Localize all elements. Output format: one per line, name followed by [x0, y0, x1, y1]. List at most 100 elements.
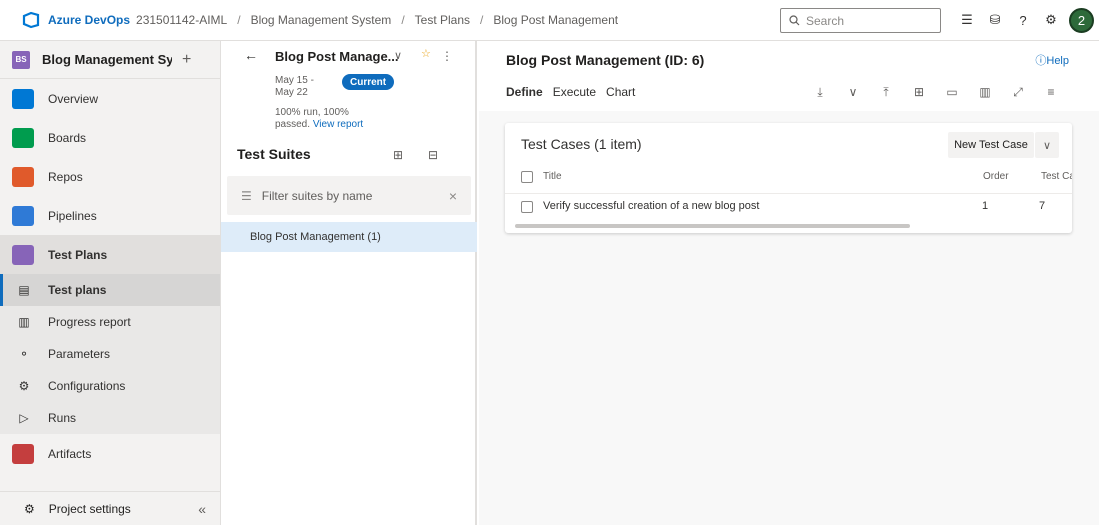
sub-item-test-plans[interactable]: ▤ Test plans: [0, 274, 220, 306]
horizontal-scrollbar[interactable]: [515, 224, 910, 228]
project-name[interactable]: Blog Management Syst...: [42, 52, 172, 67]
task-list-icon[interactable]: ☰: [955, 8, 979, 32]
status-badge: Current: [342, 74, 395, 90]
column-title[interactable]: Title: [543, 171, 562, 182]
plan-stats-line: 100% run, 100%: [275, 107, 349, 118]
left-nav: BS Blog Management Syst... + Overview Bo…: [0, 41, 221, 525]
nav-item-label: Boards: [48, 130, 87, 145]
tab-execute[interactable]: Execute: [553, 85, 596, 99]
plan-start-date: May 15 -: [275, 75, 314, 86]
user-settings-icon[interactable]: ⚙: [1039, 8, 1063, 32]
suite-tree-item[interactable]: Blog Post Management (1): [221, 222, 477, 252]
chevron-down-icon[interactable]: ∨: [394, 49, 402, 62]
repos-icon: [12, 166, 34, 187]
filter-placeholder: Filter suites by name: [261, 188, 373, 203]
page-title: Blog Post Management (ID: 6): [506, 52, 705, 68]
expand-icon[interactable]: ⤢: [1007, 83, 1029, 101]
test-case-title[interactable]: Verify successful creation of a new blog…: [543, 200, 759, 212]
more-options-icon[interactable]: ⋮: [441, 49, 453, 63]
column-order[interactable]: Order: [983, 171, 1009, 182]
tab-chart[interactable]: Chart: [606, 85, 635, 99]
configurations-icon: ⚙: [18, 379, 30, 393]
table-row[interactable]: Verify successful creation of a new blog…: [505, 193, 1072, 219]
toolbar: ⤓ ∨ ⤒ ⊞ ▭ ▥ ⤢ ≡: [809, 83, 1073, 101]
project-settings-label: Project settings: [48, 501, 131, 516]
help-link[interactable]: ⓘHelp: [1035, 52, 1069, 68]
filter-icon: ☰: [241, 188, 252, 203]
gear-icon: ⚙: [24, 501, 35, 516]
column-options-icon[interactable]: ▥: [974, 83, 996, 101]
azure-devops-logo-icon[interactable]: [22, 11, 40, 29]
sub-item-label: Parameters: [48, 347, 111, 361]
plan-header: ← Blog Post Manage... ∨ ☆ ⋮ May 15 - May…: [221, 41, 477, 141]
row-checkbox[interactable]: [521, 201, 533, 213]
nav-item-label: Pipelines: [48, 208, 97, 223]
nav-item-repos[interactable]: Repos: [0, 157, 220, 196]
breadcrumb-separator: /: [237, 13, 241, 27]
sub-item-parameters[interactable]: ⚬ Parameters: [0, 338, 220, 370]
plan-name[interactable]: Blog Post Manage...: [275, 49, 399, 64]
download-icon[interactable]: ⤓: [809, 83, 831, 101]
nav-item-pipelines[interactable]: Pipelines: [0, 196, 220, 235]
top-bar: Azure DevOps 231501142-AIML / Blog Manag…: [0, 0, 1099, 41]
collapse-all-icon[interactable]: ⊟: [428, 148, 438, 162]
filter-suites-input[interactable]: ☰ Filter suites by name ×: [227, 176, 471, 215]
avatar[interactable]: 2: [1069, 8, 1094, 33]
parameters-icon: ⚬: [18, 347, 30, 361]
clear-icon[interactable]: ×: [449, 188, 457, 204]
breadcrumb-project[interactable]: Blog Management System: [251, 13, 392, 27]
plan-end-date: May 22: [275, 87, 308, 98]
chevron-down-icon[interactable]: ∨: [1035, 132, 1059, 158]
pane-toggle-icon[interactable]: ▭: [941, 83, 963, 101]
back-arrow-icon[interactable]: ←: [244, 47, 258, 63]
select-all-checkbox[interactable]: [521, 171, 533, 183]
test-case-order: 1: [982, 200, 989, 212]
collapse-nav-icon[interactable]: «: [198, 501, 206, 517]
breadcrumb-separator: /: [401, 13, 405, 27]
breadcrumb-test-plans[interactable]: Test Plans: [415, 13, 470, 27]
chevron-down-icon[interactable]: ∨: [842, 83, 864, 101]
nav-item-artifacts[interactable]: Artifacts: [0, 434, 220, 473]
sub-item-progress-report[interactable]: ▥ Progress report: [0, 306, 220, 338]
new-test-case-button[interactable]: New Test Case: [948, 132, 1034, 158]
boards-icon: [12, 127, 34, 148]
favorite-icon[interactable]: ☆: [421, 47, 431, 60]
search-input[interactable]: Search: [780, 8, 941, 33]
brand-link[interactable]: Azure DevOps: [48, 13, 130, 27]
upload-icon[interactable]: ⤒: [875, 83, 897, 101]
overview-icon: [12, 88, 34, 109]
sub-item-configurations[interactable]: ⚙ Configurations: [0, 370, 220, 402]
nav-item-label: Overview: [48, 91, 99, 106]
add-suite-icon[interactable]: ⊞: [393, 148, 403, 162]
column-test-case[interactable]: Test Ca: [1041, 171, 1072, 182]
nav-item-label: Repos: [48, 169, 83, 184]
add-icon[interactable]: +: [182, 51, 191, 69]
pipelines-icon: [12, 205, 34, 226]
sub-item-label: Progress report: [48, 315, 131, 329]
project-settings[interactable]: ⚙ Project settings «: [0, 491, 220, 525]
nav-item-test-plans[interactable]: Test Plans: [0, 235, 220, 274]
test-suites-title: Test Suites: [237, 146, 311, 162]
marketplace-bag-icon[interactable]: ⛁: [983, 8, 1007, 32]
nav-item-label: Artifacts: [48, 446, 92, 461]
project-badge: BS: [12, 50, 30, 69]
project-header[interactable]: BS Blog Management Syst... +: [0, 41, 220, 79]
test-case-id: 7: [1039, 200, 1046, 212]
breadcrumb: Azure DevOps 231501142-AIML / Blog Manag…: [48, 13, 618, 27]
view-report-link[interactable]: View report: [313, 119, 363, 130]
table-header: Title Order Test Ca: [505, 167, 1072, 191]
breadcrumb-separator: /: [480, 13, 484, 27]
help-label: Help: [1046, 55, 1069, 67]
nav-item-overview[interactable]: Overview: [0, 79, 220, 118]
grid-view-icon[interactable]: ⊞: [908, 83, 930, 101]
tab-define[interactable]: Define: [506, 85, 543, 99]
breadcrumb-org[interactable]: 231501142-AIML: [136, 13, 227, 27]
breadcrumb-plan[interactable]: Blog Post Management: [493, 13, 618, 27]
help-circle-icon: ⓘ: [1035, 55, 1047, 67]
sub-item-runs[interactable]: ▷ Runs: [0, 402, 220, 434]
nav-item-boards[interactable]: Boards: [0, 118, 220, 157]
help-icon[interactable]: ?: [1011, 8, 1035, 32]
tab-bar: Define Execute Chart: [506, 85, 645, 99]
filter-icon[interactable]: ≡: [1040, 83, 1062, 101]
progress-report-icon: ▥: [18, 315, 30, 329]
